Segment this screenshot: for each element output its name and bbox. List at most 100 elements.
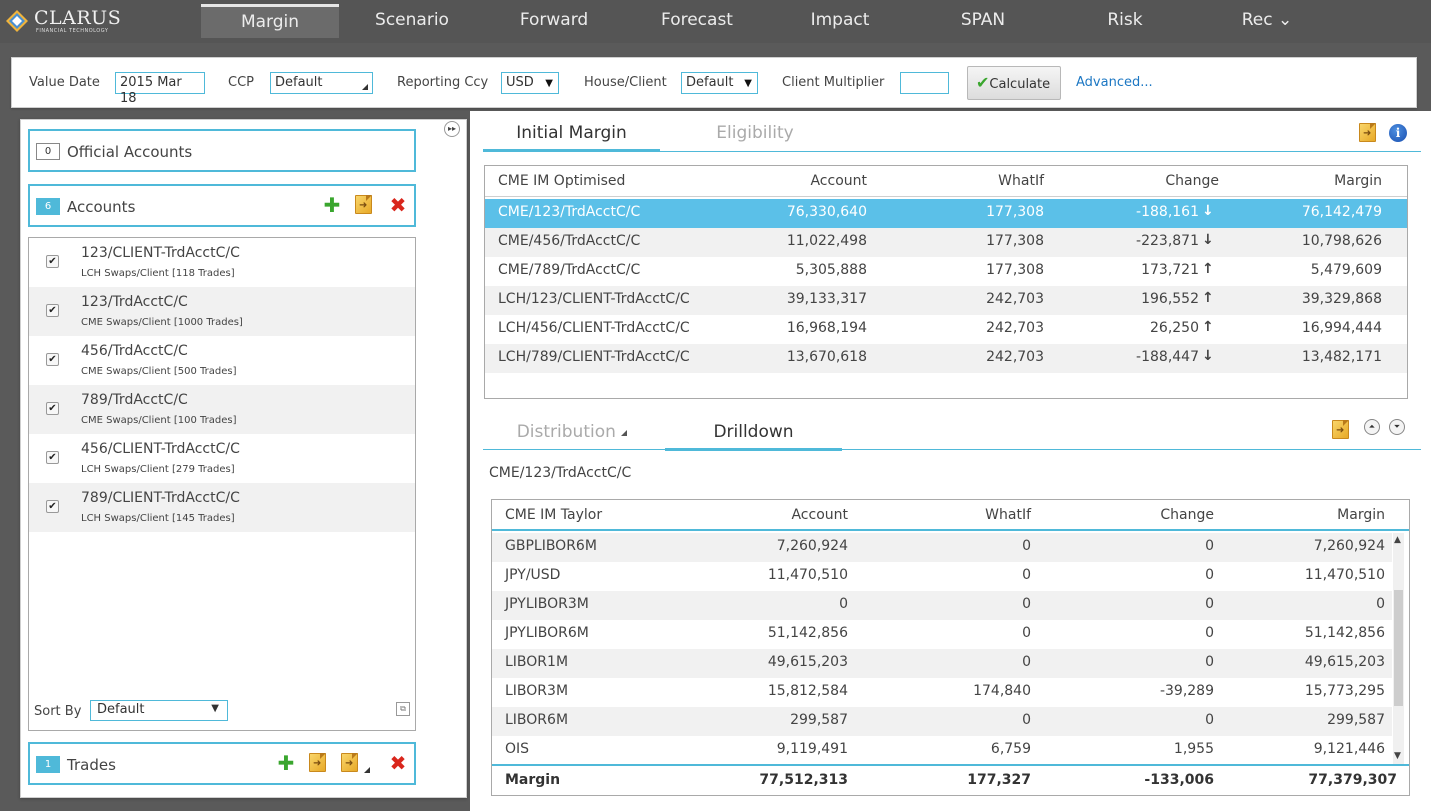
tab-eligibility[interactable]: Eligibility: [685, 123, 825, 152]
export-trades-icon[interactable]: ➜: [341, 753, 359, 773]
nav-tab-rec[interactable]: Rec ⌄: [1200, 4, 1334, 38]
nav-tab-impact[interactable]: Impact: [773, 4, 907, 38]
list-item[interactable]: ✔ 456/CLIENT-TrdAcctC/C LCH Swaps/Client…: [29, 434, 415, 483]
margin-cell: 51,142,856: [1304, 625, 1385, 641]
dropdown-triangle-icon[interactable]: [364, 767, 370, 773]
advanced-link[interactable]: Advanced...: [1076, 75, 1153, 90]
account-name: 789/CLIENT-TrdAcctC/C: [81, 490, 240, 506]
scrollbar[interactable]: ▲ ▼: [1393, 533, 1404, 764]
account-name: 123/CLIENT-TrdAcctC/C: [81, 245, 240, 261]
sort-by-select[interactable]: Default ▼: [90, 700, 228, 721]
table-row[interactable]: LCH/789/CLIENT-TrdAcctC/C 13,670,618 242,7…: [485, 344, 1407, 373]
table-row[interactable]: CME/456/TrdAcctC/C 11,022,498 177,308 -223,…: [485, 228, 1407, 257]
clarus-logo[interactable]: CLARUS FINANCIAL TECHNOLOGY: [6, 6, 136, 36]
scrollbar-thumb[interactable]: [1394, 590, 1403, 706]
official-accounts-header[interactable]: 0 Official Accounts: [28, 129, 416, 172]
tab-initial-margin[interactable]: Initial Margin: [483, 123, 660, 152]
column-header[interactable]: Change: [1119, 173, 1219, 189]
margin-cell: 9,121,446: [1313, 741, 1385, 757]
trades-header[interactable]: 1 Trades ✚ ➜ ➜ ✖: [28, 742, 416, 785]
column-header[interactable]: Change: [1114, 507, 1214, 523]
account-checkbox[interactable]: ✔: [46, 451, 59, 464]
collapse-panel-icon[interactable]: ▸▸: [444, 121, 460, 137]
expand-up-icon[interactable]: ⏶: [1364, 419, 1380, 435]
export-margin-icon[interactable]: ➜: [1359, 123, 1377, 143]
total-change: -133,006: [1144, 772, 1214, 788]
nav-tab-span[interactable]: SPAN: [916, 4, 1050, 38]
column-header[interactable]: WhatIf: [931, 507, 1031, 523]
table-row[interactable]: LCH/456/CLIENT-TrdAcctC/C 16,968,194 242,7…: [485, 315, 1407, 344]
table-row[interactable]: LIBOR1M 49,615,203 0 0 49,615,203: [492, 649, 1392, 678]
list-item[interactable]: ✔ 789/CLIENT-TrdAcctC/C LCH Swaps/Client…: [29, 483, 415, 532]
column-header[interactable]: Margin: [1285, 507, 1385, 523]
change-cell: 0: [1205, 538, 1214, 554]
calculate-button[interactable]: ✔Calculate: [967, 66, 1061, 100]
official-accounts-count: 0: [36, 143, 60, 160]
accounts-header[interactable]: 6 Accounts ✚ ➜ ✖: [28, 184, 416, 227]
tab-drilldown[interactable]: Drilldown: [665, 422, 842, 451]
account-checkbox[interactable]: ✔: [46, 255, 59, 268]
scroll-down-icon[interactable]: ▼: [1394, 751, 1401, 761]
column-header[interactable]: Account: [767, 173, 867, 189]
whatif-cell: 0: [1022, 712, 1031, 728]
column-header[interactable]: Account: [748, 507, 848, 523]
drilldown-table: CME IM Taylor Account WhatIf Change Marg…: [491, 499, 1410, 796]
list-item[interactable]: ✔ 123/CLIENT-TrdAcctC/C LCH Swaps/Client…: [29, 238, 415, 287]
tab-distribution[interactable]: Distribution: [482, 422, 662, 451]
export-drilldown-icon[interactable]: ➜: [1332, 420, 1350, 440]
scroll-up-icon[interactable]: ▲: [1394, 535, 1401, 545]
table-row[interactable]: GBPLIBOR6M 7,260,924 0 0 7,260,924: [492, 533, 1392, 562]
column-header[interactable]: Margin: [1282, 173, 1382, 189]
caret-down-icon: ▼: [744, 78, 752, 89]
drilldown-path: CME/123/TrdAcctC/C: [489, 465, 632, 481]
account-name-cell: LCH/789/CLIENT-TrdAcctC/C: [498, 349, 690, 365]
column-header[interactable]: WhatIf: [944, 173, 1044, 189]
nav-tab-scenario[interactable]: Scenario: [345, 4, 479, 38]
account-detail: CME Swaps/Client [500 Trades]: [81, 366, 237, 377]
whatif-cell: 242,703: [986, 320, 1044, 336]
add-account-plus-icon[interactable]: ✚: [322, 195, 342, 215]
table-row[interactable]: JPYLIBOR3M 0 0 0 0: [492, 591, 1392, 620]
account-checkbox[interactable]: ✔: [46, 353, 59, 366]
account-checkbox[interactable]: ✔: [46, 500, 59, 513]
list-item[interactable]: ✔ 789/TrdAcctC/C CME Swaps/Client [100 T…: [29, 385, 415, 434]
nav-tab-margin[interactable]: Margin: [201, 4, 339, 38]
nav-tab-forecast[interactable]: Forecast: [630, 4, 764, 38]
table-row[interactable]: JPY/USD 11,470,510 0 0 11,470,510: [492, 562, 1392, 591]
column-header[interactable]: CME IM Taylor: [505, 507, 602, 523]
delete-account-x-icon[interactable]: ✖: [388, 195, 408, 215]
table-row[interactable]: LIBOR6M 299,587 0 0 299,587: [492, 707, 1392, 736]
reporting-ccy-select[interactable]: USD ▼: [501, 72, 559, 94]
table-row[interactable]: JPYLIBOR6M 51,142,856 0 0 51,142,856: [492, 620, 1392, 649]
list-item[interactable]: ✔ 123/TrdAcctC/C CME Swaps/Client [1000 …: [29, 287, 415, 336]
info-icon[interactable]: i: [1389, 124, 1407, 142]
account-cell: 11,470,510: [767, 567, 848, 583]
tab-divider: [483, 151, 1421, 152]
account-checkbox[interactable]: ✔: [46, 304, 59, 317]
table-row[interactable]: CME/123/TrdAcctC/C 76,330,640 177,308 -188,…: [485, 199, 1407, 228]
ccp-select[interactable]: Default: [270, 72, 373, 94]
client-multiplier-input[interactable]: [900, 72, 949, 94]
import-accounts-icon[interactable]: ➜: [355, 195, 373, 215]
arrow-down-icon: ↓: [1202, 232, 1214, 248]
table-row[interactable]: LCH/123/CLIENT-TrdAcctC/C 39,133,317 242,7…: [485, 286, 1407, 315]
column-header[interactable]: CME IM Optimised: [498, 173, 625, 189]
resize-icon[interactable]: ⧉: [396, 702, 410, 716]
arrow-down-icon: ↓: [1202, 203, 1214, 219]
total-whatif: 177,327: [967, 772, 1031, 788]
total-margin: 77,379,307: [1308, 772, 1397, 788]
table-row[interactable]: CME/789/TrdAcctC/C 5,305,888 177,308 173,72…: [485, 257, 1407, 286]
expand-down-icon[interactable]: ⏷: [1389, 419, 1405, 435]
import-trades-icon[interactable]: ➜: [309, 753, 327, 773]
value-date-input[interactable]: 2015 Mar 18: [115, 72, 205, 106]
list-item[interactable]: ✔ 456/TrdAcctC/C CME Swaps/Client [500 T…: [29, 336, 415, 385]
house-client-select[interactable]: Default ▼: [681, 72, 758, 94]
nav-tab-forward[interactable]: Forward: [487, 4, 621, 38]
account-checkbox[interactable]: ✔: [46, 402, 59, 415]
delete-trade-x-icon[interactable]: ✖: [388, 753, 408, 773]
nav-tab-risk[interactable]: Risk: [1058, 4, 1192, 38]
add-trade-plus-icon[interactable]: ✚: [276, 753, 296, 773]
account-cell: 13,670,618: [786, 349, 867, 365]
table-row[interactable]: OIS 9,119,491 6,759 1,955 9,121,446: [492, 736, 1392, 765]
table-row[interactable]: LIBOR3M 15,812,584 174,840 -39,289 15,773,29…: [492, 678, 1392, 707]
